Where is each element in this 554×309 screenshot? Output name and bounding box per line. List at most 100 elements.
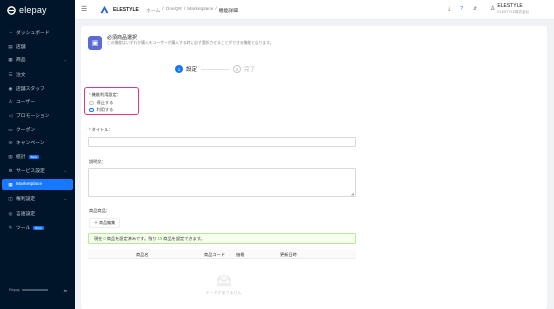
empty-state: データがありません [201, 275, 246, 296]
sidebar-item-marketplace[interactable]: ▦ Marketplace [2, 179, 73, 190]
sidebar-item-label: 店舗スタッフ [16, 87, 45, 92]
dashboard-icon: ◔ [9, 30, 12, 35]
product-count-alert: 現在 0 商品を設定済みです。残り 10 商品を設定できます。 [88, 233, 356, 244]
sidebar-item-stats[interactable]: ▥ 統計 Beta [2, 151, 73, 162]
radio-stop-label: 停止する [96, 100, 114, 105]
sidebar-item-label: 権利設定 [16, 197, 36, 202]
radio-stop[interactable]: 停止する [89, 100, 113, 106]
header-icons: ⤓ ? ⇵ [448, 6, 477, 12]
footer-label: Elepay [9, 288, 20, 292]
column-product-code: 商品コード [204, 251, 225, 257]
chevron-down-icon: ⌄ [63, 196, 67, 201]
product-table-header: 商品名 商品コード 価格 更新日時 [88, 249, 356, 259]
step-1-label: 設定 [186, 67, 198, 73]
sidebar-item-store[interactable]: ▤ 店舗 [2, 41, 73, 52]
sidebar-item-label: 商品 [16, 58, 26, 63]
sidebar-item-coupon[interactable]: ▭ クーポン [2, 124, 73, 135]
rights-icon: ◫ [8, 195, 13, 201]
logo-text: elepay [19, 5, 47, 15]
radio-use-dot[interactable] [89, 107, 94, 113]
column-price: 価格 [236, 251, 245, 257]
sidebar-item-dashboard[interactable]: ◔ ダッシュボード [2, 27, 73, 38]
step-connector [201, 68, 230, 70]
breadcrumb-sep: / [162, 7, 164, 12]
collapse-icon[interactable]: ⇆ [64, 288, 67, 293]
store-icon: ▤ [8, 43, 13, 49]
sidebar-item-label: サービス設定 [16, 169, 45, 174]
empty-text: データがありません [205, 290, 242, 295]
column-updated-at: 更新日時 [280, 251, 297, 257]
download-icon[interactable]: ⤓ [448, 6, 450, 12]
user-menu[interactable]: ♙ ELESTYLE ELESTYLE株式会社 [490, 3, 530, 14]
elepay-logo-icon [7, 5, 16, 15]
sidebar-item-language[interactable]: ◎ 言語設定 [2, 208, 73, 219]
radio-stop-dot[interactable] [89, 100, 94, 106]
logo[interactable]: elepay [0, 0, 75, 20]
alert-count: 0 [103, 236, 106, 241]
breadcrumb-sep: / [215, 7, 217, 12]
feature-setting-box: *機能利用設定： 停止する 利用する [84, 87, 139, 115]
sidebar-item-user[interactable]: ♙ ユーザー [2, 96, 73, 107]
content-card: ▣ 必須商品選択 この機能はいずれか購入をユーザーが購入する時に必ず選択させるこ… [81, 26, 547, 309]
brand-name: ELESTYLE [113, 6, 139, 13]
user-company: ELESTYLE株式会社 [497, 9, 530, 14]
chevron-down-icon: ⌄ [63, 168, 67, 173]
description-textarea[interactable]: ◢ [88, 168, 356, 197]
sidebar-item-service-settings[interactable]: ⚙ サービス設定 ⌄ [2, 165, 73, 176]
user-icon: ♙ [490, 6, 496, 13]
sidebar-item-promotion[interactable]: ◁ プロモーション [2, 110, 73, 121]
breadcrumb-marketplace[interactable]: Marketplace [187, 7, 213, 14]
sidebar-item-label: クーポン [16, 128, 36, 133]
sidebar-item-campaign[interactable]: ✉ キャンペーン [2, 137, 73, 148]
cart-icon: ▣ [88, 36, 102, 50]
sidebar-item-product[interactable]: ▦ 商品 ⌄ [2, 54, 73, 65]
alert-text: 現在 [94, 235, 103, 241]
beta-badge: Beta [33, 225, 44, 230]
marketplace-icon: ▦ [8, 181, 13, 187]
top-header: ☰ ELESTYLE ホーム / OneQR / Marketplace / 機能詳細… [75, 0, 554, 20]
user-icon: ♙ [8, 98, 13, 104]
sidebar-item-label: ダッシュボード [16, 31, 50, 36]
sidebar-item-staff[interactable]: ◉ 店舗スタッフ [2, 83, 73, 94]
section-description: この機能はいずれか購入をユーザーが購入する時に必ず選択させることができる機能とな… [107, 41, 274, 45]
service-settings-icon: ⚙ [8, 167, 13, 173]
menu-toggle-icon[interactable]: ☰ [81, 6, 87, 13]
step-1-number: 1 [175, 65, 183, 73]
sidebar-item-order[interactable]: ☰ 注文 [2, 69, 73, 80]
products-label: 商品商品： [89, 208, 110, 213]
empty-box-icon [215, 275, 232, 287]
breadcrumb-home[interactable]: ホーム [146, 7, 160, 14]
alert-text: 商品を設定できます。 [163, 235, 205, 241]
sidebar-item-label: 店舗 [16, 45, 26, 50]
steps: 1 設定 2 完了 [175, 65, 255, 73]
sidebar-item-label: キャンペーン [16, 141, 45, 146]
description-label: 説明文： [89, 159, 106, 164]
sidebar-item-label: プロモーション [16, 114, 50, 119]
section-title: 必須商品選択 [107, 35, 138, 41]
sidebar-item-label: 統計 [16, 155, 26, 160]
step-2-number: 2 [233, 65, 242, 73]
tool-icon: ✎ [8, 224, 13, 230]
resize-handle-icon[interactable]: ◢ [351, 192, 354, 196]
sidebar-item-rights[interactable]: ◫ 権利設定 ⌄ [2, 193, 73, 204]
help-icon[interactable]: ? [460, 6, 463, 12]
order-icon: ☰ [8, 71, 13, 77]
sidebar-item-tool[interactable]: ✎ ツール Beta [2, 222, 73, 233]
language-icon[interactable]: ⇵ [473, 6, 477, 12]
brand[interactable]: ELESTYLE [100, 5, 139, 14]
title-label: *タイトル： [89, 127, 113, 132]
sidebar-item-label: Marketplace [16, 182, 43, 187]
breadcrumb-current: 機能詳細 [218, 9, 238, 14]
step-2-label: 完了 [244, 67, 256, 73]
brand-logo-icon [100, 5, 109, 14]
footer-bar [21, 288, 48, 292]
title-input[interactable] [88, 137, 356, 147]
edit-products-button[interactable]: ＋ 商品編集 [89, 218, 121, 228]
feature-setting-label: *機能利用設定： [89, 92, 121, 97]
sidebar-footer: Elepay ⇆ [9, 288, 67, 293]
breadcrumb: ホーム / OneQR / Marketplace / 機能詳細 [146, 7, 238, 14]
breadcrumb-oneqr[interactable]: OneQR [166, 7, 182, 14]
column-product-name: 商品名 [136, 251, 149, 257]
radio-use[interactable]: 利用する [89, 107, 113, 113]
promotion-icon: ◁ [8, 112, 13, 118]
